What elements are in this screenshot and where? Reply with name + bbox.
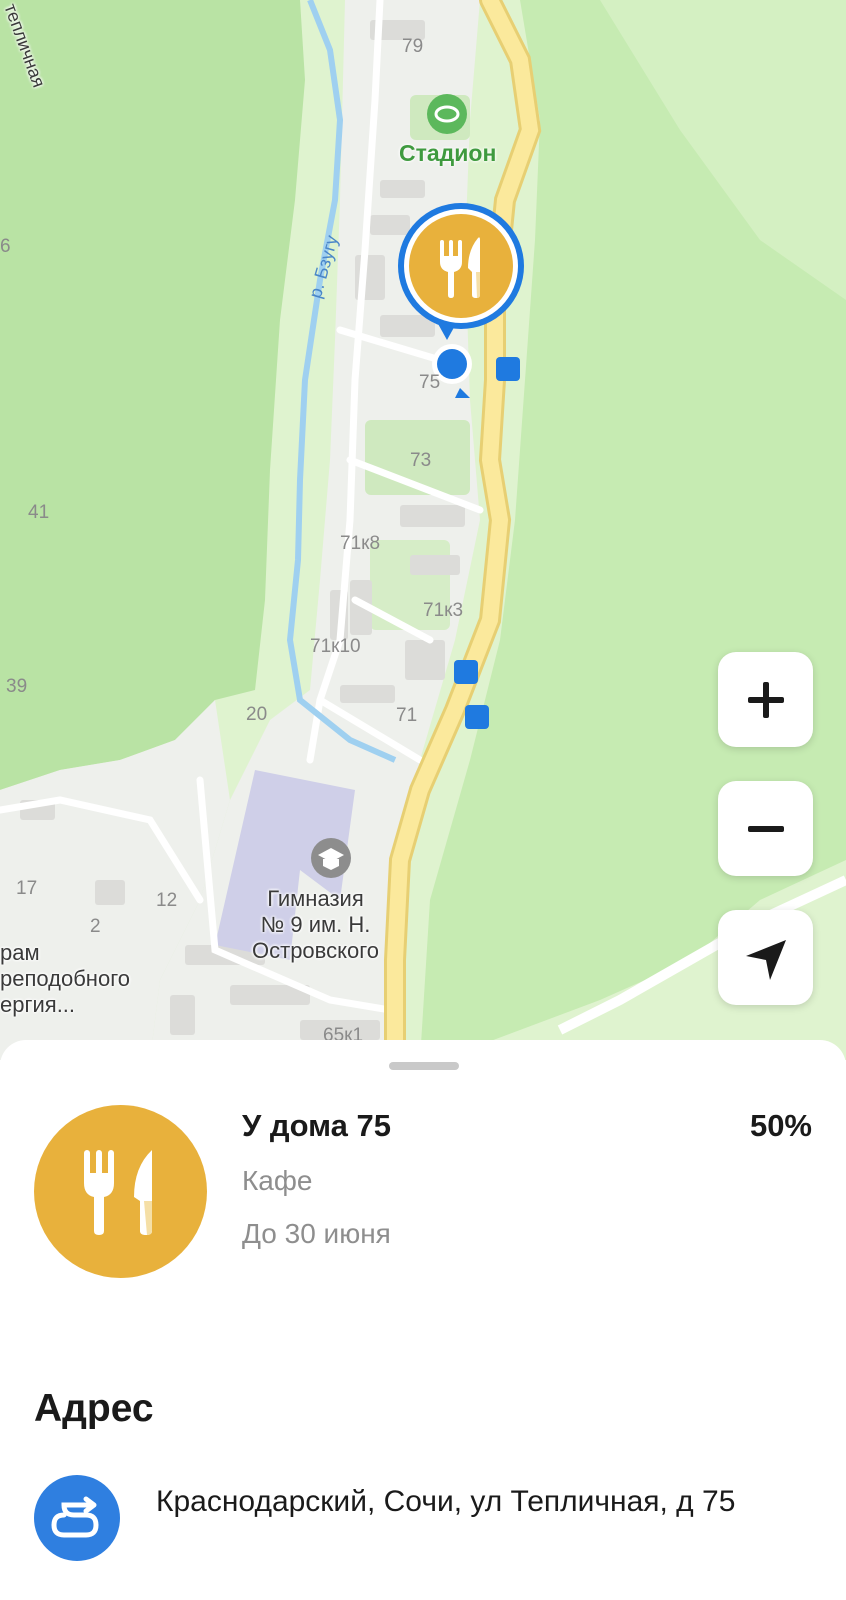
house-number: 71к3 (423, 600, 464, 621)
bus-stop-icon[interactable] (465, 705, 489, 729)
place-category: Кафе (242, 1165, 313, 1196)
discount-value: 50% (749, 1108, 812, 1143)
graduation-cap-icon (311, 838, 351, 878)
map-view[interactable]: Стадион р. Бзугу 79 75 73 71к8 71к3 71к1… (0, 0, 846, 1060)
house-number: 71 (396, 705, 418, 726)
house-number: 12 (156, 890, 178, 911)
house-number: 20 (246, 704, 268, 725)
my-location-button[interactable] (718, 910, 813, 1005)
sheet-drag-handle[interactable] (389, 1062, 459, 1070)
temple-label: рам реподобного ергия... (0, 940, 130, 1017)
zoom-out-button[interactable] (718, 781, 813, 876)
house-number: 71к10 (310, 636, 361, 657)
fork-knife-icon (34, 1105, 207, 1278)
house-number: 73 (410, 450, 432, 471)
house-number: 6 (0, 236, 11, 257)
route-icon (34, 1475, 120, 1561)
house-number: 79 (402, 36, 424, 57)
place-details-sheet: У дома 75 50% Кафе До 30 июня Адрес Крас… (0, 1040, 846, 1600)
house-number: 75 (419, 372, 441, 393)
zoom-in-button[interactable] (718, 652, 813, 747)
stadium-icon (427, 94, 467, 134)
address-section-title: Адрес (34, 1387, 154, 1430)
house-number: 71к8 (340, 533, 381, 554)
gymnasium-label: Гимназия № 9 им. Н. Островского (252, 886, 379, 963)
place-title: У дома 75 (242, 1108, 391, 1143)
minus-icon (747, 825, 784, 832)
valid-until: До 30 июня (242, 1218, 391, 1249)
address-text[interactable]: Краснодарский, Сочи, ул Тепличная, д 75 (156, 1482, 806, 1522)
house-number: 39 (6, 676, 28, 697)
house-number: 41 (28, 502, 50, 523)
house-number: 17 (16, 878, 38, 899)
bus-stop-icon[interactable] (454, 660, 478, 684)
stadium-label: Стадион (399, 140, 497, 166)
house-number: 2 (90, 916, 101, 937)
plus-icon (747, 681, 784, 718)
bus-stop-icon[interactable] (496, 357, 520, 381)
navigation-arrow-icon (745, 939, 786, 980)
